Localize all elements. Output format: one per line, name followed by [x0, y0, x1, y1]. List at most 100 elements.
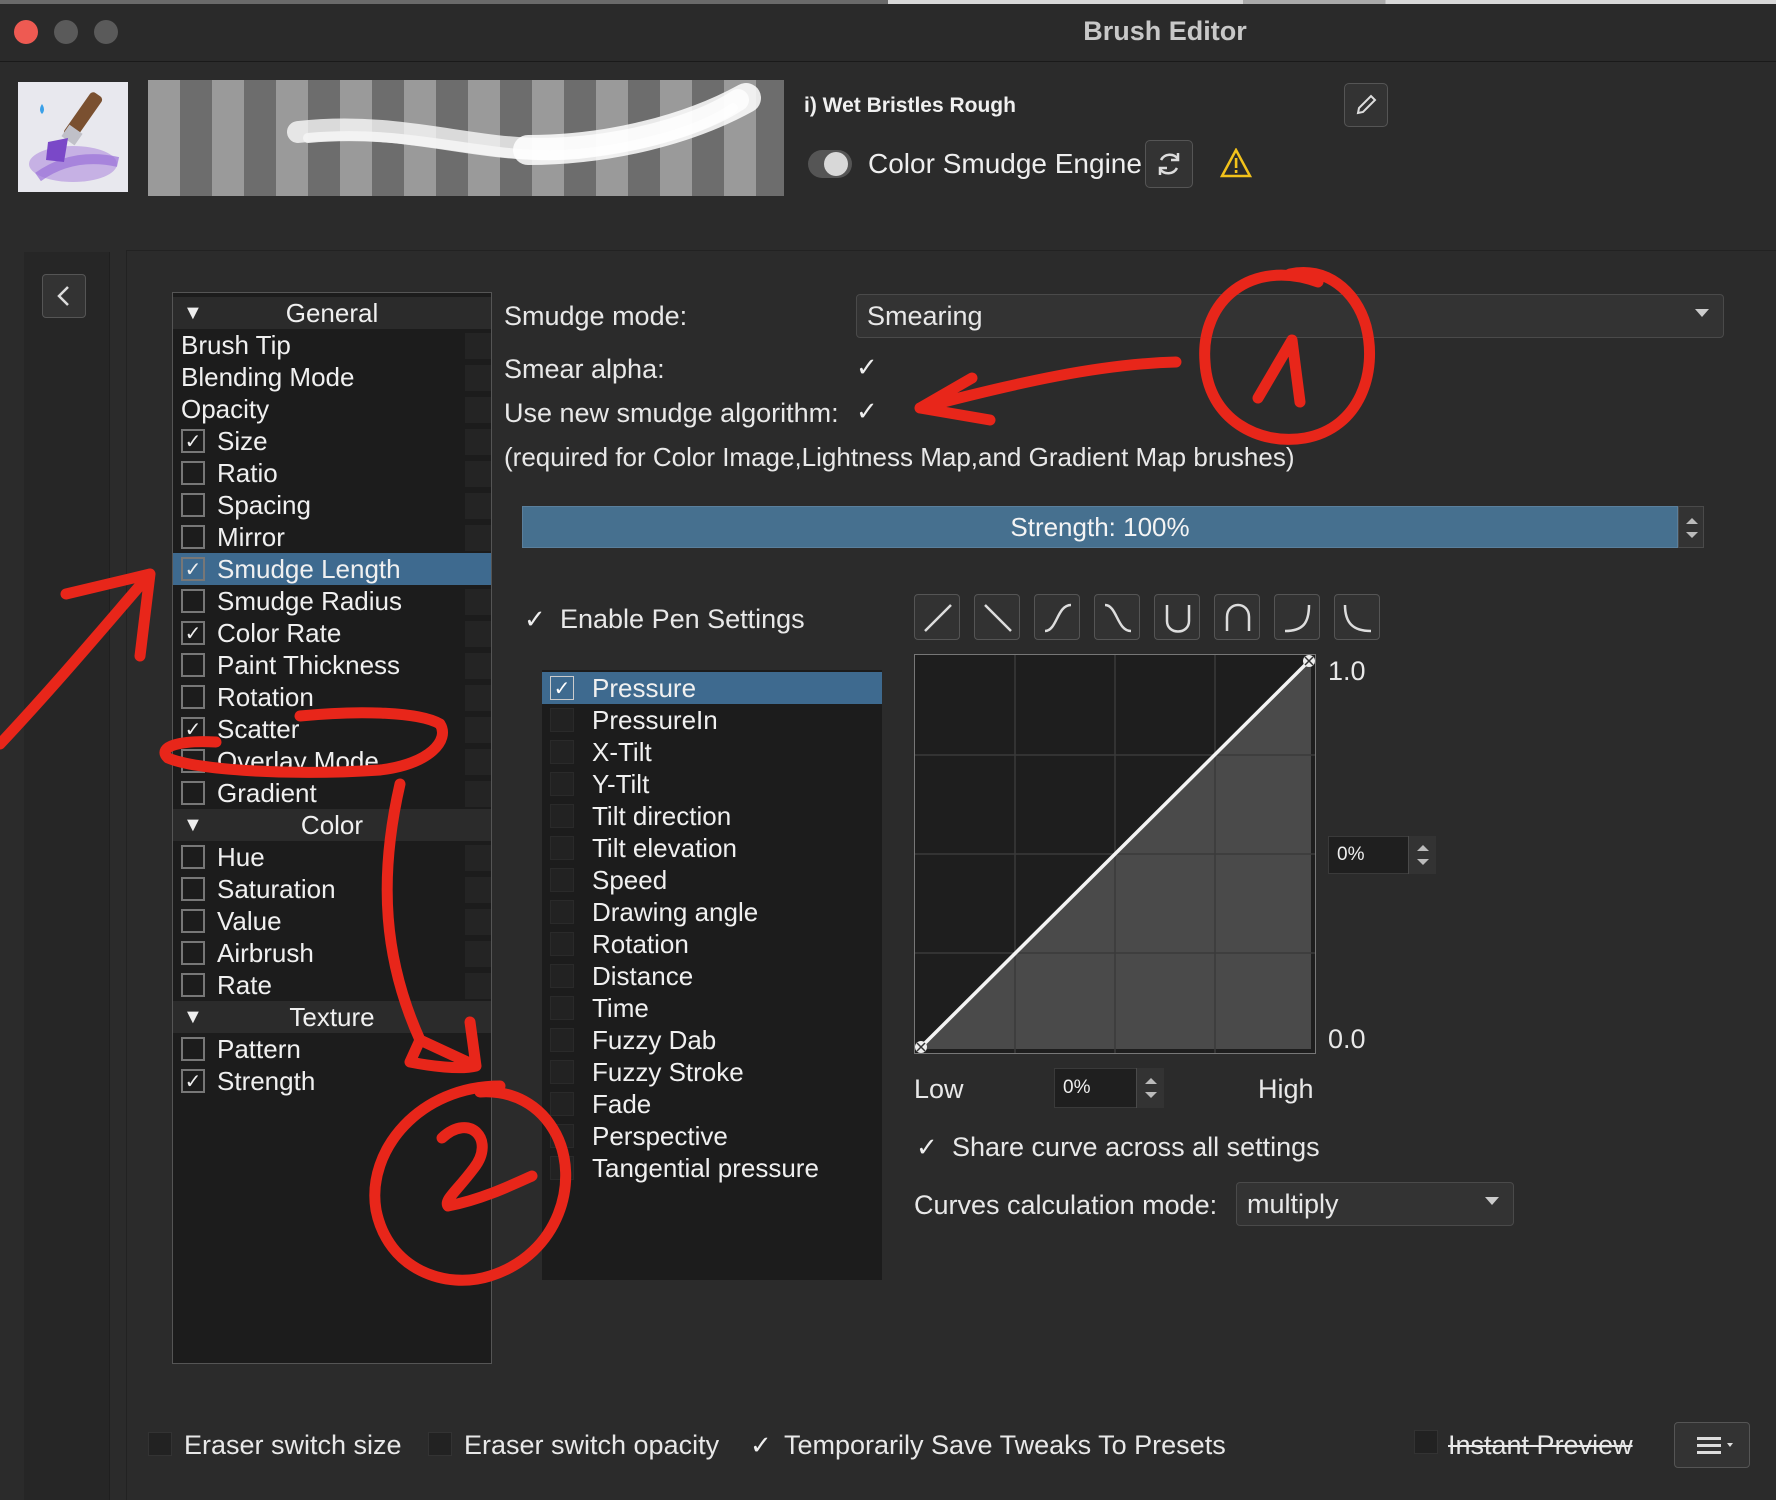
sensor-time[interactable]: Time	[542, 992, 882, 1024]
options-menu-button[interactable]	[1674, 1422, 1750, 1468]
curve-y-spin-arrows[interactable]	[1408, 836, 1436, 874]
section-texture[interactable]: ▼ Texture	[173, 1001, 491, 1033]
sensor-checkbox[interactable]	[550, 1156, 574, 1180]
option-gradient[interactable]: Gradient	[173, 777, 491, 809]
temp-save-checkbox[interactable]: ✓	[750, 1430, 772, 1461]
option-overlay-mode[interactable]: Overlay Mode	[173, 745, 491, 777]
curve-x-spin-arrows[interactable]	[1136, 1068, 1164, 1108]
new-algorithm-checkbox[interactable]: ✓	[856, 396, 878, 427]
sensor-fade[interactable]: Fade	[542, 1088, 882, 1120]
option-mirror[interactable]: Mirror	[173, 521, 491, 553]
option-saturation[interactable]: Saturation	[173, 873, 491, 905]
option-checkbox[interactable]	[181, 781, 205, 805]
sensor-checkbox[interactable]	[550, 740, 574, 764]
curve-preset-arch-curve[interactable]	[1214, 594, 1260, 640]
option-pattern[interactable]: Pattern	[173, 1033, 491, 1065]
option-checkbox[interactable]	[181, 973, 205, 997]
sensor-rotation[interactable]: Rotation	[542, 928, 882, 960]
section-color[interactable]: ▼ Color	[173, 809, 491, 841]
sensor-fuzzy-dab[interactable]: Fuzzy Dab	[542, 1024, 882, 1056]
sensor-checkbox[interactable]	[550, 900, 574, 924]
instant-preview-checkbox[interactable]	[1414, 1430, 1438, 1454]
option-color-rate[interactable]: ✓ Color Rate	[173, 617, 491, 649]
option-checkbox[interactable]	[181, 941, 205, 965]
option-checkbox[interactable]: ✓	[181, 717, 205, 741]
sensor-checkbox[interactable]	[550, 932, 574, 956]
curve-point[interactable]	[915, 1041, 927, 1053]
option-smudge-length[interactable]: ✓ Smudge Length	[173, 553, 491, 585]
option-checkbox[interactable]	[181, 845, 205, 869]
sensor-tilt-elevation[interactable]: Tilt elevation	[542, 832, 882, 864]
strength-slider[interactable]: Strength: 100%	[522, 506, 1678, 548]
option-checkbox[interactable]	[181, 877, 205, 901]
sensor-checkbox[interactable]	[550, 964, 574, 988]
curve-preset-l-curve[interactable]	[1334, 594, 1380, 640]
sensor-checkbox[interactable]	[550, 996, 574, 1020]
curve-preset-linear[interactable]	[914, 594, 960, 640]
sensor-checkbox[interactable]	[550, 1060, 574, 1084]
sensor-checkbox[interactable]	[550, 804, 574, 828]
curve-preset-s-curve[interactable]	[1034, 594, 1080, 640]
sensor-checkbox[interactable]	[550, 708, 574, 732]
option-checkbox[interactable]	[181, 749, 205, 773]
option-checkbox[interactable]: ✓	[181, 621, 205, 645]
sensor-checkbox[interactable]	[550, 868, 574, 892]
option-checkbox[interactable]: ✓	[181, 429, 205, 453]
sensor-tilt-direction[interactable]: Tilt direction	[542, 800, 882, 832]
edit-preset-name-button[interactable]	[1344, 83, 1388, 127]
reload-preset-button[interactable]	[1145, 140, 1193, 188]
curve-editor[interactable]	[914, 654, 1316, 1054]
option-checkbox[interactable]	[181, 461, 205, 485]
option-checkbox[interactable]	[181, 909, 205, 933]
sensor-tangential-pressure[interactable]: Tangential pressure	[542, 1152, 882, 1184]
option-opacity[interactable]: Opacity	[173, 393, 491, 425]
curve-preset-reverse-s-curve[interactable]	[1094, 594, 1140, 640]
sensor-distance[interactable]: Distance	[542, 960, 882, 992]
calc-mode-select[interactable]: multiply	[1236, 1182, 1514, 1226]
engine-toggle[interactable]	[808, 150, 852, 178]
section-general[interactable]: ▼ General	[173, 297, 491, 329]
curve-preset-j-curve[interactable]	[1274, 594, 1320, 640]
option-scatter[interactable]: ✓ Scatter	[173, 713, 491, 745]
sensor-perspective[interactable]: Perspective	[542, 1120, 882, 1152]
option-rotation[interactable]: Rotation	[173, 681, 491, 713]
sensor-pressure[interactable]: ✓ Pressure	[542, 672, 882, 704]
option-spacing[interactable]: Spacing	[173, 489, 491, 521]
option-checkbox[interactable]	[181, 1037, 205, 1061]
brush-thumbnail[interactable]	[18, 82, 128, 192]
option-checkbox[interactable]	[181, 525, 205, 549]
option-checkbox[interactable]: ✓	[181, 557, 205, 581]
sensor-speed[interactable]: Speed	[542, 864, 882, 896]
eraser-opacity-checkbox[interactable]	[428, 1432, 452, 1456]
option-checkbox[interactable]	[181, 685, 205, 709]
option-hue[interactable]: Hue	[173, 841, 491, 873]
smudge-mode-select[interactable]: Smearing	[856, 294, 1724, 338]
option-airbrush[interactable]: Airbrush	[173, 937, 491, 969]
sensor-checkbox[interactable]	[550, 836, 574, 860]
sensor-checkbox[interactable]: ✓	[550, 676, 574, 700]
eraser-size-checkbox[interactable]	[148, 1432, 172, 1456]
option-checkbox[interactable]: ✓	[181, 1069, 205, 1093]
option-checkbox[interactable]	[181, 653, 205, 677]
strength-spin-arrows[interactable]	[1678, 506, 1704, 548]
sensor-checkbox[interactable]	[550, 772, 574, 796]
option-ratio[interactable]: Ratio	[173, 457, 491, 489]
sensor-fuzzy-stroke[interactable]: Fuzzy Stroke	[542, 1056, 882, 1088]
option-blending-mode[interactable]: Blending Mode	[173, 361, 491, 393]
sensor-checkbox[interactable]	[550, 1028, 574, 1052]
share-curve-checkbox[interactable]: ✓	[916, 1132, 938, 1163]
option-value[interactable]: Value	[173, 905, 491, 937]
curve-preset-reverse-linear[interactable]	[974, 594, 1020, 640]
enable-pen-checkbox[interactable]: ✓	[524, 604, 546, 635]
curve-preset-u-curve[interactable]	[1154, 594, 1200, 640]
option-brush-tip[interactable]: Brush Tip	[173, 329, 491, 361]
curve-point[interactable]	[1303, 655, 1315, 667]
option-checkbox[interactable]	[181, 589, 205, 613]
sensor-checkbox[interactable]	[550, 1092, 574, 1116]
option-strength[interactable]: ✓ Strength	[173, 1065, 491, 1097]
option-smudge-radius[interactable]: Smudge Radius	[173, 585, 491, 617]
sensor-pressure-in[interactable]: PressureIn	[542, 704, 882, 736]
sensor-checkbox[interactable]	[550, 1124, 574, 1148]
sensor-drawing-angle[interactable]: Drawing angle	[542, 896, 882, 928]
smear-alpha-checkbox[interactable]: ✓	[856, 352, 878, 383]
